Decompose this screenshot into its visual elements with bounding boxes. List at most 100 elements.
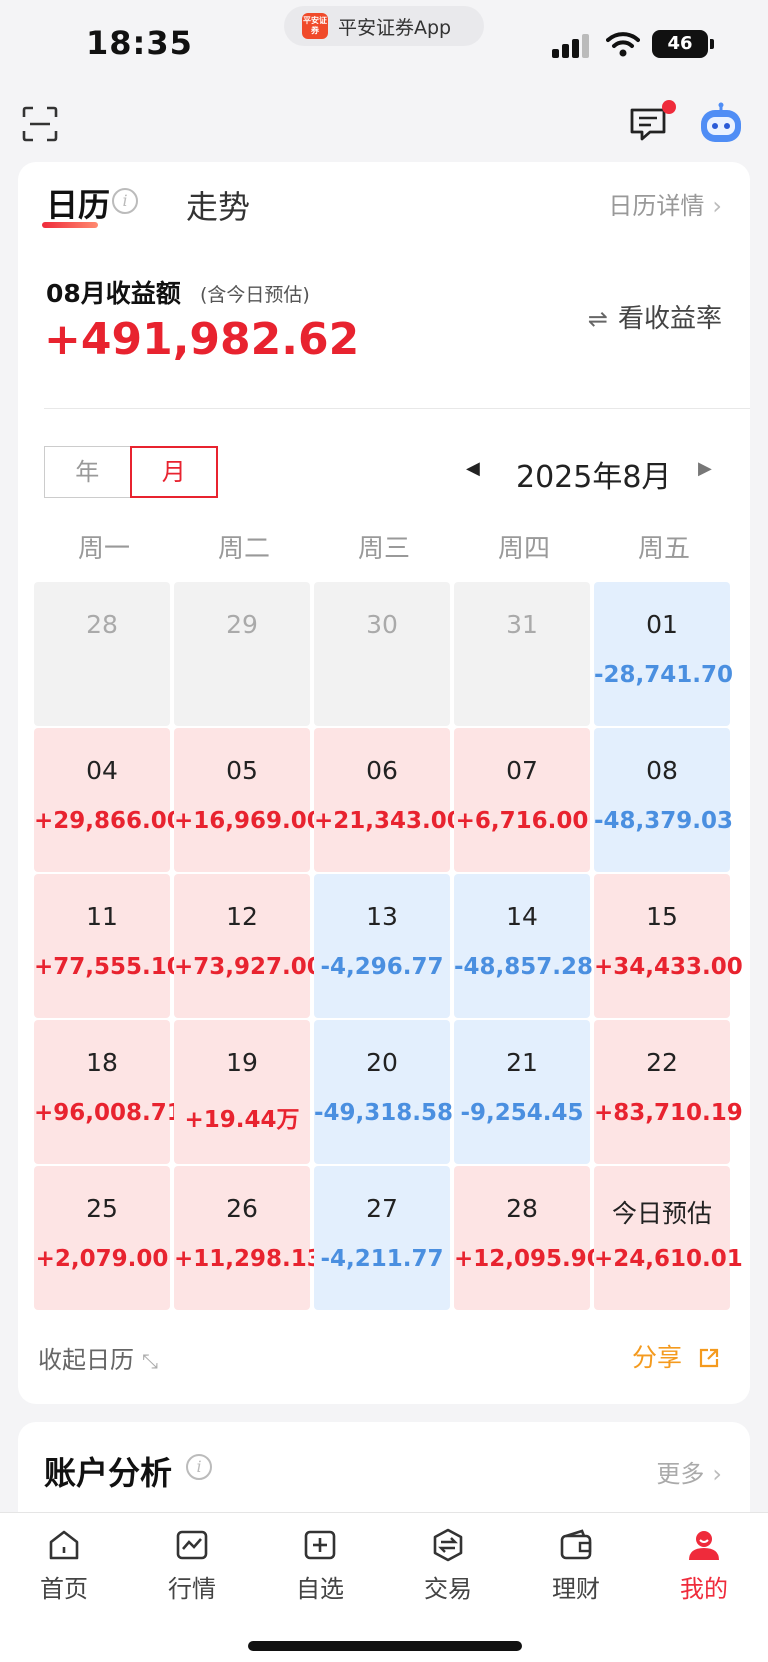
share-button[interactable]: 分享 bbox=[632, 1338, 720, 1374]
home-indicator bbox=[248, 1641, 522, 1651]
info-icon[interactable]: i bbox=[186, 1454, 212, 1480]
day-number: 01 bbox=[646, 610, 678, 639]
calendar-day-cell[interactable]: 27 -4,211.77 bbox=[314, 1166, 450, 1310]
calendar-day-cell: 28 bbox=[34, 582, 170, 726]
day-number: 30 bbox=[366, 610, 398, 639]
day-earnings: +77,555.10 bbox=[34, 954, 183, 980]
calendar-day-cell[interactable]: 14 -48,857.28 bbox=[454, 874, 594, 1018]
tab-label: 理财 bbox=[552, 1575, 600, 1603]
day-number: 05 bbox=[226, 756, 258, 785]
day-earnings: +2,079.00 bbox=[35, 1246, 169, 1272]
calendar-day-cell[interactable]: 21 -9,254.45 bbox=[454, 1020, 590, 1164]
trade-icon bbox=[433, 1528, 463, 1562]
calendar-card: 日历 i 走势 日历详情 › 08月收益额 (含今日预估) +491,982.62… bbox=[18, 162, 750, 1404]
tab-label: 自选 bbox=[296, 1575, 344, 1603]
divider bbox=[44, 408, 750, 409]
day-number: 15 bbox=[646, 902, 678, 931]
calendar-day-cell[interactable]: 26 +11,298.13 bbox=[174, 1166, 323, 1310]
day-earnings: -48,379.03 bbox=[594, 808, 734, 834]
day-number: 28 bbox=[86, 610, 118, 639]
view-rate-label: 看收益率 bbox=[617, 304, 722, 334]
day-number: 04 bbox=[86, 756, 118, 785]
calendar-day-cell[interactable]: 06 +21,343.00 bbox=[314, 728, 463, 872]
status-time: 18:35 bbox=[86, 24, 193, 62]
calendar-day-cell[interactable]: 13 -4,296.77 bbox=[314, 874, 450, 1018]
day-number: 25 bbox=[86, 1194, 118, 1223]
info-icon[interactable]: i bbox=[112, 188, 138, 214]
tab-market[interactable]: 行情 bbox=[128, 1513, 256, 1604]
calendar-day-cell[interactable]: 01 -28,741.70 bbox=[594, 582, 733, 726]
tab-calendar[interactable]: 日历 bbox=[46, 180, 110, 226]
assistant-robot-icon[interactable] bbox=[698, 102, 744, 146]
wifi-icon bbox=[606, 32, 640, 57]
status-bar: 18:35 平安证券 平安证券App 46 bbox=[0, 0, 768, 86]
more-link[interactable]: 更多 › bbox=[656, 1454, 722, 1489]
account-analysis-title: 账户分析 bbox=[44, 1454, 173, 1492]
day-earnings: +16,969.00 bbox=[174, 808, 323, 834]
calendar-day-cell[interactable]: 22 +83,710.19 bbox=[594, 1020, 743, 1164]
wallet-icon bbox=[560, 1529, 592, 1560]
calendar-day-cell[interactable]: 28 +12,095.90 bbox=[454, 1166, 603, 1310]
day-number: 08 bbox=[646, 756, 678, 785]
segment-year[interactable]: 年 bbox=[45, 447, 130, 497]
calendar-day-cell: 30 bbox=[314, 582, 450, 726]
battery-icon: 46 bbox=[652, 30, 714, 58]
calendar-day-cell[interactable]: 今日预估 +24,610.01 bbox=[594, 1166, 743, 1310]
account-analysis-card: 账户分析 i 更多 › bbox=[18, 1422, 750, 1522]
day-number: 18 bbox=[86, 1048, 118, 1077]
day-number: 13 bbox=[366, 902, 398, 931]
calendar-day-cell[interactable]: 18 +96,008.71 bbox=[34, 1020, 183, 1164]
day-earnings: +24,610.01 bbox=[594, 1246, 743, 1272]
tab-profile[interactable]: 我的 bbox=[640, 1513, 768, 1604]
tab-label: 首页 bbox=[40, 1575, 88, 1603]
calendar-day-cell[interactable]: 11 +77,555.10 bbox=[34, 874, 183, 1018]
period-segmented-control: 年 月 bbox=[44, 446, 218, 498]
more-label: 更多 bbox=[656, 1460, 705, 1488]
source-app-pill[interactable]: 平安证券 平安证券App bbox=[284, 6, 484, 46]
calendar-day-cell[interactable]: 25 +2,079.00 bbox=[34, 1166, 170, 1310]
day-number: 06 bbox=[366, 756, 398, 785]
calendar-day-cell[interactable]: 15 +34,433.00 bbox=[594, 874, 743, 1018]
bottom-tab-bar: 首页 行情 自选 交易 理财 我的 bbox=[0, 1512, 768, 1662]
segment-month[interactable]: 月 bbox=[129, 446, 218, 498]
profile-icon bbox=[689, 1531, 719, 1560]
view-rate-toggle[interactable]: ⇌ 看收益率 bbox=[588, 298, 722, 335]
day-earnings: +34,433.00 bbox=[594, 954, 743, 980]
day-earnings: -9,254.45 bbox=[460, 1100, 584, 1126]
day-number: 27 bbox=[366, 1194, 398, 1223]
tab-wealth[interactable]: 理财 bbox=[512, 1513, 640, 1604]
weekday-header: 周一 周二 周三 周四 周五 bbox=[34, 528, 734, 565]
calendar-day-cell[interactable]: 05 +16,969.00 bbox=[174, 728, 323, 872]
tab-active-indicator bbox=[42, 222, 98, 228]
calendar-grid: 28 29 30 31 01 -28,741.70 04 +29,866.00 05 +16,96… bbox=[34, 582, 743, 1310]
calendar-day-cell: 29 bbox=[174, 582, 310, 726]
tab-trade[interactable]: 交易 bbox=[384, 1513, 512, 1604]
calendar-day-cell[interactable]: 20 -49,318.58 bbox=[314, 1020, 453, 1164]
tab-watchlist[interactable]: 自选 bbox=[256, 1513, 384, 1604]
calendar-day-cell[interactable]: 12 +73,927.00 bbox=[174, 874, 323, 1018]
calendar-day-cell[interactable]: 19 +19.44万 bbox=[174, 1020, 310, 1164]
weekday-label: 周三 bbox=[357, 534, 410, 564]
notification-dot bbox=[662, 100, 676, 114]
day-earnings: -48,857.28 bbox=[454, 954, 594, 980]
day-earnings: -4,211.77 bbox=[320, 1246, 444, 1272]
day-earnings: +19.44万 bbox=[184, 1107, 300, 1133]
day-number: 28 bbox=[506, 1194, 538, 1223]
calendar-detail-link[interactable]: 日历详情 › bbox=[608, 186, 722, 221]
tab-trend[interactable]: 走势 bbox=[186, 182, 250, 228]
calendar-day-cell[interactable]: 04 +29,866.00 bbox=[34, 728, 183, 872]
calendar-day-cell[interactable]: 08 -48,379.03 bbox=[594, 728, 734, 872]
tab-home[interactable]: 首页 bbox=[0, 1513, 128, 1604]
weekday-label: 周五 bbox=[637, 534, 690, 564]
calendar-day-cell[interactable]: 07 +6,716.00 bbox=[454, 728, 590, 872]
weekday-label: 周一 bbox=[77, 534, 130, 564]
scan-icon[interactable] bbox=[22, 106, 58, 142]
weekday-label: 周二 bbox=[217, 534, 270, 564]
prev-month-icon[interactable]: ◀ bbox=[466, 458, 480, 479]
calendar-detail-label: 日历详情 bbox=[608, 192, 705, 220]
collapse-calendar-button[interactable]: 收起日历 ⤡ bbox=[38, 1340, 158, 1375]
collapse-icon: ⤡ bbox=[142, 1349, 158, 1373]
next-month-icon[interactable]: ▶ bbox=[698, 458, 712, 479]
day-number: 22 bbox=[646, 1048, 678, 1077]
day-earnings: +21,343.00 bbox=[314, 808, 463, 834]
